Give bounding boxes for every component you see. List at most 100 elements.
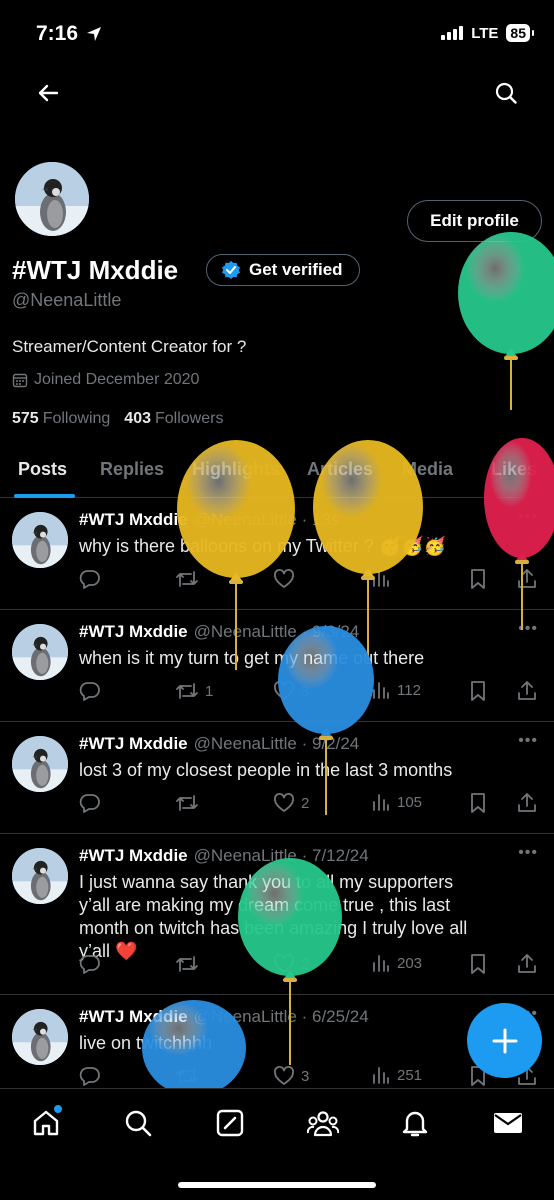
repost-button[interactable] [175,1065,205,1087]
tweet-author-name[interactable]: #WTJ Mxddie [79,622,188,641]
bookmark-button[interactable] [468,680,488,702]
edit-profile-button[interactable]: Edit profile [407,200,542,242]
nav-explore[interactable] [120,1105,156,1141]
like-button[interactable]: 2 [273,953,309,975]
view-count: 251 [397,1066,423,1084]
followers-link[interactable]: 403 Followers [124,410,223,428]
repost-icon [176,571,198,587]
back-button[interactable] [28,73,68,113]
tweet-avatar[interactable] [12,512,68,568]
views-button[interactable]: 112 [371,680,421,700]
more-options-icon[interactable]: ••• [518,844,538,862]
plus-icon [492,1028,517,1053]
nav-home[interactable] [28,1105,64,1141]
tweet-avatar[interactable] [12,1009,68,1065]
envelope-icon [494,1113,522,1133]
tweet-actions: 3 251 [79,1065,549,1089]
bookmark-button[interactable] [468,568,488,590]
more-options-icon[interactable]: ••• [518,620,538,638]
tweet-author-name[interactable]: #WTJ Mxddie [79,734,188,753]
share-button[interactable] [517,568,537,590]
penguin-avatar-image [12,736,68,792]
tweet-avatar[interactable] [12,848,68,904]
reply-button[interactable] [79,568,101,590]
tweet-actions: 2 105 [79,792,549,816]
tab-media[interactable]: Media [402,459,453,480]
bookmark-button[interactable] [468,953,488,975]
more-options-icon[interactable]: ••• [518,508,538,526]
views-icon [373,1067,389,1084]
tweet-text: lost 3 of my closest people in the last … [79,760,453,780]
verified-badge-icon [222,261,240,279]
views-icon [373,794,389,811]
follow-counts: 575 Following 403 Followers [12,410,223,428]
views-button[interactable]: 105 [371,792,422,812]
like-count: 3 [301,682,310,700]
tweet-meta: @NeenaLittle · 13s [193,510,340,529]
share-button[interactable] [517,953,537,975]
search-icon [495,82,517,104]
profile-bio: Streamer/Content Creator for ? [12,337,247,356]
location-arrow-icon [87,27,102,41]
bookmark-icon [471,793,485,813]
views-button[interactable] [371,568,397,588]
tweet-actions: 2 203 [79,953,549,977]
tweet[interactable]: #WTJ Mxddie @NeenaLittle · 9/3/24 ••• whe… [0,610,554,722]
compose-post-button[interactable] [467,1003,542,1078]
nav-communities[interactable] [305,1105,341,1141]
tweet[interactable]: #WTJ Mxddie @NeenaLittle · 7/12/24 ••• I … [0,834,554,995]
penguin-avatar-image [12,512,68,568]
tab-posts[interactable]: Posts [18,459,67,480]
nav-messages[interactable] [490,1105,526,1141]
reply-button[interactable] [79,1065,101,1087]
profile-handle: @NeenaLittle [12,290,122,310]
tab-replies[interactable]: Replies [100,459,164,480]
tweet-author-name[interactable]: #WTJ Mxddie [79,510,188,529]
following-link[interactable]: 575 Following [12,410,110,428]
profile-avatar[interactable] [12,159,92,239]
search-button[interactable] [486,73,526,113]
tweet-header: #WTJ Mxddie @NeenaLittle · 7/12/24 [79,846,369,866]
reply-button[interactable] [79,792,101,814]
tab-articles[interactable]: Articles [307,459,373,480]
like-button[interactable]: 2 [273,792,309,814]
repost-button[interactable] [175,568,205,590]
tweet-avatar[interactable] [12,736,68,792]
share-button[interactable] [517,792,537,814]
views-button[interactable]: 251 [371,1065,422,1085]
views-icon [373,570,389,587]
bookmark-button[interactable] [468,792,488,814]
heart-icon [274,1066,294,1085]
like-button[interactable] [273,568,301,590]
reply-icon [79,1067,100,1086]
nav-notifications[interactable] [397,1105,433,1141]
tab-likes[interactable]: Likes [491,459,537,480]
repost-button[interactable]: 1 [175,680,213,702]
nav-grok[interactable] [212,1105,248,1141]
tweet[interactable]: #WTJ Mxddie @NeenaLittle · 13s ••• why is… [0,498,554,610]
communities-icon [307,1111,339,1137]
heart-icon [274,569,294,588]
share-icon [518,954,536,973]
reply-button[interactable] [79,680,101,702]
views-button[interactable]: 203 [371,953,422,973]
like-button[interactable]: 3 [273,1065,309,1087]
repost-icon [176,683,198,699]
tweet[interactable]: #WTJ Mxddie @NeenaLittle · 9/2/24 ••• los… [0,722,554,834]
repost-button[interactable] [175,792,205,814]
repost-button[interactable] [175,953,205,975]
get-verified-button[interactable]: Get verified [206,254,360,286]
more-options-icon[interactable]: ••• [518,732,538,750]
tweet-avatar[interactable] [12,624,68,680]
status-indicators: LTE 85 [441,24,534,42]
like-button[interactable]: 3 [273,680,309,702]
reply-button[interactable] [79,953,101,975]
tab-highlights[interactable]: Highlights [192,459,280,480]
share-icon [518,793,536,812]
tweet-author-name[interactable]: #WTJ Mxddie [79,846,188,865]
tweet-actions: 1 3 112 [79,680,549,704]
bell-icon [402,1111,428,1137]
share-button[interactable] [517,680,537,702]
bookmark-icon [471,681,485,701]
tweet-author-name[interactable]: #WTJ Mxddie [79,1007,188,1026]
